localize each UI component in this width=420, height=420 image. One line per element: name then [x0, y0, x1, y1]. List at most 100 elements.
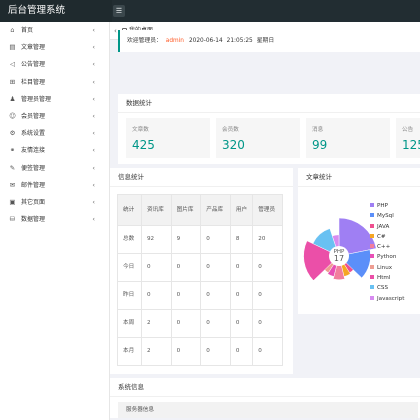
legend-item[interactable]: JAVA [370, 222, 404, 232]
document-icon: ▤ [9, 43, 16, 52]
table-row: 今日 0 0 0 0 0 [117, 253, 283, 282]
stat-announcements[interactable]: 公告 125 [396, 118, 420, 158]
article-stats-title: 文章统计 [298, 168, 420, 187]
table-header-cell: 用户 [229, 194, 254, 226]
table-cell: 0 [170, 309, 202, 338]
sidebar-item-label: 邮件管理 [21, 181, 46, 189]
legend-item[interactable]: Linux [370, 263, 404, 273]
stat-value: 425 [132, 138, 155, 152]
info-stats-table: 统计 资讯库 图片库 产品库 用户 管理员 总数 92 9 0 8 20 今日 … [117, 194, 283, 366]
table-cell: 0 [200, 309, 231, 338]
welcome-date: 2020-06-14 [188, 38, 223, 44]
legend-item[interactable]: CSS [370, 283, 404, 293]
table-row: 昨日 0 0 0 0 0 [117, 281, 283, 310]
chevron-left-icon: ‹ [92, 111, 95, 120]
link-icon: ⚭ [9, 146, 16, 155]
sidebar-item-label: 数据管理 [21, 216, 46, 224]
stat-articles[interactable]: 文章数 425 [126, 118, 210, 158]
stat-label: 消息 [312, 127, 324, 133]
table-cell: 0 [200, 281, 231, 310]
stat-value: 125 [402, 138, 420, 152]
legend-item[interactable]: Python [370, 252, 404, 262]
table-cell: 0 [141, 281, 172, 310]
admin-icon: ♟ [9, 94, 16, 103]
table-header-cell: 统计 [117, 194, 142, 226]
legend-label: Python [377, 254, 397, 261]
legend-label: Html [377, 275, 391, 282]
table-cell: 0 [200, 337, 231, 366]
table-row: 总数 92 9 0 8 20 [117, 225, 283, 254]
legend-swatch [370, 295, 374, 300]
sidebar-item-admins[interactable]: ♟ 管理员管理 ‹ [0, 91, 109, 108]
table-cell: 0 [229, 337, 254, 366]
table-row: 本周 2 0 0 0 0 [117, 309, 283, 338]
welcome-time: 21:05:25 [226, 38, 253, 44]
chart-legend: PHP MySql JAVA C# C++ Python Linux Html CSS Javas… [370, 201, 404, 304]
chevron-left-icon: ‹ [92, 60, 95, 69]
table-cell: 0 [141, 253, 172, 282]
legend-item[interactable]: C# [370, 232, 404, 242]
stats-card: 数据统计 文章数 425 会员数 320 消息 99 公告 125 [118, 94, 420, 164]
table-cell: 20 [252, 225, 283, 254]
sidebar-item-links[interactable]: ⚭ 友情连接 ‹ [0, 142, 109, 159]
system-info-card: 系统信息 服务器信息 [110, 378, 420, 418]
sidebar-item-columns[interactable]: ⊞ 栏目管理 ‹ [0, 74, 109, 91]
table-cell: 昨日 [117, 281, 142, 310]
legend-label: MySql [377, 213, 394, 220]
sidebar-item-notes[interactable]: ✎ 便签管理 ‹ [0, 160, 109, 177]
stat-members[interactable]: 会员数 320 [216, 118, 300, 158]
sidebar-item-announcements[interactable]: ◁ 公告管理 ‹ [0, 56, 109, 73]
sidebar-item-label: 友情连接 [21, 147, 46, 155]
table-cell: 0 [229, 309, 254, 338]
legend-swatch [370, 264, 374, 269]
chevron-left-icon[interactable]: ‹ [114, 22, 117, 40]
chevron-left-icon: ‹ [92, 26, 95, 34]
stat-label: 公告 [402, 127, 414, 133]
legend-swatch [370, 275, 374, 280]
chevron-left-icon: ‹ [92, 146, 95, 155]
home-icon: ⌂ [10, 26, 15, 34]
gear-icon: ⚙ [9, 129, 16, 138]
legend-swatch [370, 285, 374, 290]
sitemap-icon: ⊞ [9, 77, 16, 86]
stat-label: 文章数 [132, 127, 149, 133]
table-cell: 0 [170, 337, 202, 366]
legend-item[interactable]: C++ [370, 242, 404, 252]
stat-messages[interactable]: 消息 99 [306, 118, 390, 158]
chevron-left-icon: ‹ [92, 94, 95, 103]
chevron-left-icon: ‹ [92, 163, 95, 172]
sidebar-item-label: 其它页面 [21, 198, 46, 206]
pie-chart: PHP 17 [303, 217, 377, 281]
legend-item[interactable]: Html [370, 273, 404, 283]
menu-icon[interactable]: ☰ [113, 5, 125, 17]
legend-item[interactable]: MySql [370, 211, 404, 221]
pie-center-value: 17 [334, 254, 344, 263]
table-cell: 0 [252, 337, 283, 366]
table-cell: 0 [252, 281, 283, 310]
legend-label: C# [377, 233, 386, 240]
sidebar-item-members[interactable]: ☺ 会员管理 ‹ [0, 108, 109, 125]
legend-item[interactable]: Javascript [370, 294, 404, 304]
table-cell: 0 [229, 253, 254, 282]
sidebar: ⌂ 首页 ‹ ▤ 文章管理 ‹ ◁ 公告管理 ‹ ⊞ 栏目管理 ‹ ♟ 管理员管… [0, 22, 110, 420]
sidebar-item-label: 公告管理 [21, 61, 46, 69]
table-cell: 8 [229, 225, 254, 254]
table-cell: 2 [141, 337, 172, 366]
legend-item[interactable]: PHP [370, 201, 404, 211]
table-cell: 0 [200, 225, 231, 254]
database-icon: ⛁ [9, 215, 16, 224]
table-cell: 0 [252, 253, 283, 282]
chevron-left-icon: ‹ [92, 197, 95, 206]
stat-value: 99 [312, 138, 328, 152]
table-cell: 0 [170, 281, 202, 310]
sidebar-item-settings[interactable]: ⚙ 系统设置 ‹ [0, 125, 109, 142]
user-icon: ☺ [9, 111, 16, 120]
table-header-cell: 图片库 [170, 194, 202, 226]
sidebar-item-data[interactable]: ⛁ 数据管理 ‹ [0, 211, 109, 228]
table-cell: 9 [170, 225, 202, 254]
sidebar-item-home[interactable]: ⌂ 首页 ‹ [0, 22, 109, 39]
sidebar-item-articles[interactable]: ▤ 文章管理 ‹ [0, 39, 109, 56]
sidebar-item-mail[interactable]: ✉ 邮件管理 ‹ [0, 177, 109, 194]
sidebar-item-other-pages[interactable]: ▣ 其它页面 ‹ [0, 194, 109, 211]
legend-swatch [370, 244, 374, 249]
